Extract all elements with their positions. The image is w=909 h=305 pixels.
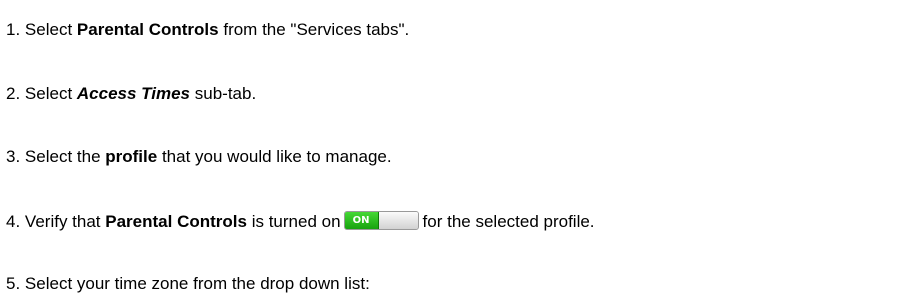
step-text: for the selected profile. bbox=[422, 212, 595, 231]
step-text: Select bbox=[24, 84, 73, 103]
term-parental-controls: Parental Controls bbox=[105, 212, 247, 231]
step-text: sub-tab. bbox=[194, 84, 257, 103]
step-5: 5. Select your time zone from the drop d… bbox=[6, 274, 370, 294]
step-4: 4. Verify that Parental Controls is turn… bbox=[6, 211, 595, 232]
step-3: 3. Select the profile that you would lik… bbox=[6, 147, 392, 167]
step-text: that you would like to manage. bbox=[161, 147, 392, 166]
term-profile: profile bbox=[105, 147, 158, 166]
step-1: 1. Select Parental Controls from the "Se… bbox=[6, 20, 409, 40]
on-toggle-image: ON bbox=[343, 211, 419, 230]
step-text: from the "Services tabs". bbox=[223, 20, 410, 39]
term-parental-controls: Parental Controls bbox=[76, 20, 219, 39]
step-text: Verify that bbox=[24, 212, 101, 231]
step-text: Select bbox=[24, 20, 73, 39]
term-access-times: Access Times bbox=[76, 84, 191, 103]
step-number: 3. bbox=[6, 147, 21, 166]
step-number: 2. bbox=[6, 84, 21, 103]
step-2: 2. Select Access Times sub-tab. bbox=[6, 84, 256, 104]
step-number: 4. bbox=[6, 212, 21, 231]
step-text: is turned on bbox=[251, 212, 341, 231]
step-text: Select the bbox=[24, 147, 101, 166]
step-text: Select your time zone from the drop down… bbox=[24, 274, 370, 293]
toggle-knob bbox=[378, 212, 418, 229]
toggle-on-label: ON bbox=[352, 215, 370, 226]
step-number: 1. bbox=[6, 20, 21, 39]
toggle-on-segment: ON bbox=[344, 212, 379, 229]
step-number: 5. bbox=[6, 274, 21, 293]
